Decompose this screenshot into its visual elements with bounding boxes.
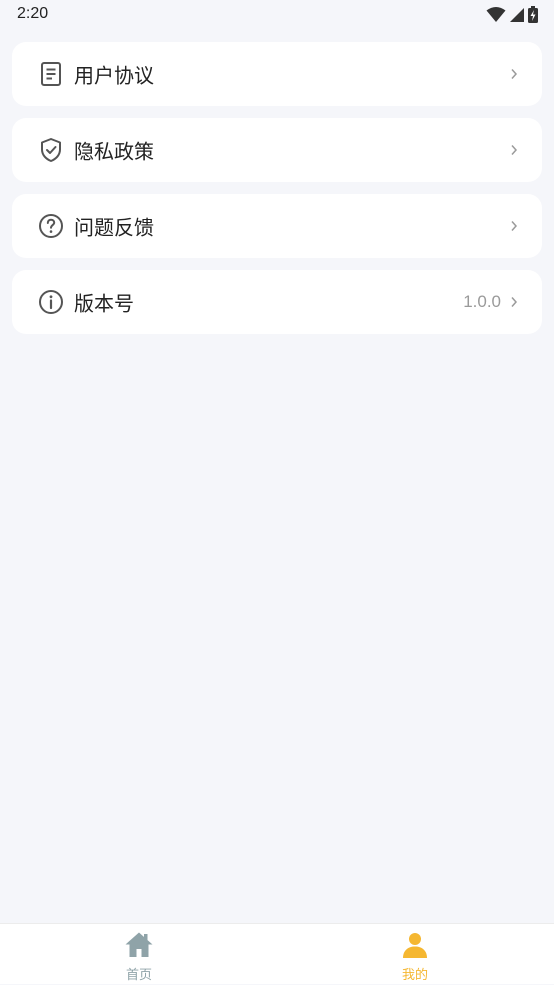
battery-charging-icon	[528, 6, 538, 27]
user-icon	[401, 931, 429, 959]
menu-item-privacy-policy[interactable]: 隐私政策	[12, 118, 542, 182]
chevron-right-icon	[510, 144, 518, 156]
tab-home[interactable]: 首页	[79, 924, 199, 985]
chevron-right-icon	[510, 220, 518, 232]
menu-item-label: 问题反馈	[74, 215, 154, 240]
tab-label: 首页	[125, 968, 152, 983]
tab-mine[interactable]: 我的	[355, 924, 475, 985]
status-time: 2:20	[17, 5, 49, 22]
menu-item-label: 隐私政策	[74, 139, 154, 164]
tab-label: 我的	[401, 968, 428, 983]
info-circle-icon	[38, 289, 64, 315]
menu-item-feedback[interactable]: 问题反馈	[12, 194, 542, 258]
chevron-right-icon	[510, 68, 518, 80]
home-icon	[124, 931, 154, 959]
status-icons	[486, 6, 538, 27]
menu-item-version[interactable]: 版本号 1.0.0	[12, 270, 542, 334]
document-icon	[38, 61, 64, 87]
wifi-icon	[486, 6, 506, 27]
question-circle-icon	[38, 213, 64, 239]
status-bar: 2:20	[0, 0, 554, 30]
version-number: 1.0.0	[463, 292, 501, 311]
menu-item-label: 用户协议	[74, 63, 154, 88]
settings-menu: 用户协议 隐私政策 问题反馈 版本号 1.0.0	[12, 42, 542, 346]
menu-item-user-agreement[interactable]: 用户协议	[12, 42, 542, 106]
chevron-right-icon	[510, 296, 518, 308]
signal-icon	[509, 7, 525, 27]
shield-check-icon	[38, 137, 64, 163]
bottom-tab-bar: 首页 我的	[0, 923, 554, 984]
menu-item-label: 版本号	[74, 291, 134, 316]
